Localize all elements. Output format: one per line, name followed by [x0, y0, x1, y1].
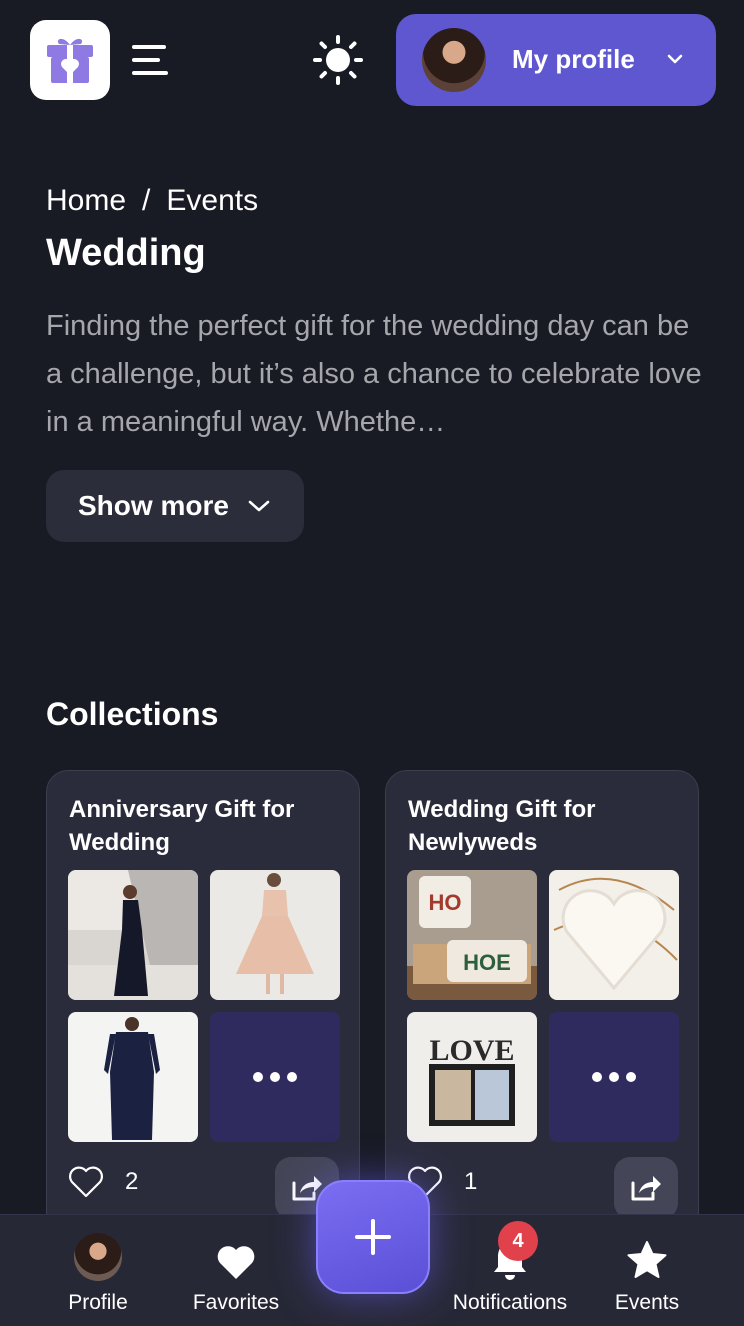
sun-icon[interactable] [312, 34, 364, 86]
share-icon [631, 1176, 661, 1201]
product-image-love-frame[interactable]: LOVE [407, 1012, 537, 1142]
more-items-tile[interactable] [210, 1012, 340, 1142]
notification-badge: 4 [498, 1221, 538, 1261]
collection-card[interactable]: Wedding Gift for Newlyweds HO HOE LOVE 1 [385, 770, 699, 1240]
product-image-heart-pillow[interactable] [549, 870, 679, 1000]
profile-menu-button[interactable]: My profile [396, 14, 716, 106]
dot-icon [626, 1072, 636, 1082]
nav-label: Profile [68, 1291, 128, 1314]
breadcrumb-separator: / [142, 184, 151, 217]
product-image-home-pillows[interactable]: HO HOE [407, 870, 537, 1000]
avatar [422, 28, 486, 92]
dot-icon [609, 1072, 619, 1082]
like-control[interactable]: 2 [67, 1165, 138, 1199]
show-more-label: Show more [78, 490, 229, 521]
product-image-pink-dress[interactable] [210, 870, 340, 1000]
nav-label: Notifications [452, 1291, 568, 1314]
more-items-tile[interactable] [549, 1012, 679, 1142]
nav-item-events[interactable]: Events [610, 1215, 684, 1326]
add-button[interactable] [316, 1180, 430, 1294]
nav-item-profile[interactable]: Profile [56, 1215, 140, 1326]
app-logo[interactable] [30, 20, 110, 100]
top-bar: My profile [0, 0, 744, 120]
collection-title: Wedding Gift for Newlyweds [408, 796, 596, 856]
share-button[interactable] [614, 1157, 678, 1219]
product-image-navy-gown[interactable] [68, 1012, 198, 1142]
collections-heading: Collections [46, 696, 219, 732]
gift-icon [47, 38, 93, 83]
heart-outline-icon [69, 1166, 103, 1198]
collection-title: Anniversary Gift for Wedding [69, 796, 295, 856]
chevron-down-icon [248, 500, 270, 512]
profile-label: My profile [512, 44, 635, 74]
like-count: 2 [125, 1168, 139, 1195]
star-icon [627, 1241, 667, 1278]
dot-icon [592, 1072, 602, 1082]
nav-item-notifications[interactable]: Notifications 4 [446, 1215, 574, 1326]
dot-icon [270, 1072, 280, 1082]
product-image-black-gown[interactable] [68, 870, 198, 1000]
nav-label: Favorites [192, 1291, 280, 1314]
nav-label: Events [614, 1291, 680, 1314]
like-count: 1 [464, 1168, 478, 1195]
nav-item-favorites[interactable]: Favorites [186, 1215, 286, 1326]
svg-text:HOE: HOE [463, 950, 511, 975]
show-more-button[interactable]: Show more [46, 470, 304, 542]
svg-text:HO: HO [429, 890, 462, 915]
collection-card[interactable]: Anniversary Gift for Wedding 2 [46, 770, 360, 1240]
dot-icon [253, 1072, 263, 1082]
breadcrumb: Home / Events [46, 184, 258, 218]
hamburger-menu-icon[interactable] [130, 40, 170, 80]
avatar [74, 1233, 122, 1281]
heart-icon [217, 1246, 255, 1279]
event-description: Finding the perfect gift for the wedding… [46, 310, 702, 438]
dot-icon [287, 1072, 297, 1082]
breadcrumb-current[interactable]: Events [166, 184, 258, 218]
plus-icon [355, 1219, 391, 1255]
page-title: Wedding [46, 232, 206, 274]
svg-text:LOVE: LOVE [429, 1034, 514, 1067]
chevron-down-icon [667, 54, 683, 64]
breadcrumb-home[interactable]: Home [46, 184, 126, 218]
